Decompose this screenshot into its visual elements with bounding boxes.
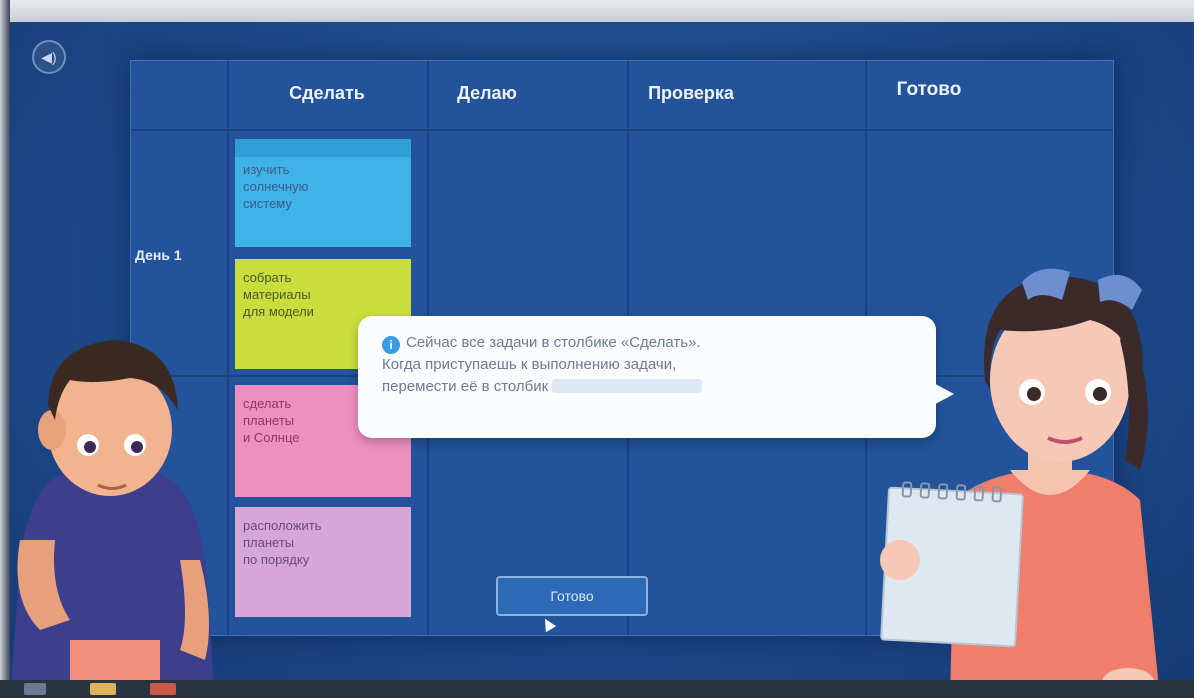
- speaker-icon[interactable]: ◀): [32, 40, 66, 74]
- dialog-line-1: i Сейчас все задачи в столбике «Сделать».: [382, 332, 912, 354]
- task-card-text: материалы: [243, 287, 311, 302]
- taskbar-item[interactable]: [24, 683, 46, 695]
- task-card-text: солнечную: [243, 179, 309, 194]
- column-divider: [227, 61, 229, 635]
- task-card-text: по порядку: [243, 552, 310, 567]
- header-divider: [131, 129, 1113, 131]
- task-card-text: систему: [243, 196, 292, 211]
- monitor-bezel-left: [0, 0, 10, 698]
- dialog-bubble: i Сейчас все задачи в столбике «Сделать».…: [358, 316, 936, 438]
- notepad-ring: [901, 481, 913, 498]
- teacher-hand: [880, 540, 920, 580]
- taskbar-item[interactable]: [90, 683, 116, 695]
- info-icon: i: [382, 336, 400, 354]
- notepad-ring: [919, 482, 931, 499]
- task-card-text: расположить: [243, 518, 322, 533]
- dialog-bubble-tail: [928, 380, 954, 408]
- dialog-text: перемести её в столбик: [382, 378, 549, 395]
- column-header-review: Проверка: [648, 83, 734, 103]
- notepad-ring: [955, 484, 967, 501]
- taskbar: [0, 680, 1194, 698]
- notepad-ring: [937, 483, 949, 500]
- row-label-day2: День 2: [135, 493, 182, 509]
- dialog-line-2: Когда приступаешь к выполнению задачи,: [382, 356, 677, 373]
- monitor-bezel-top: [0, 0, 1194, 22]
- drag-target-highlight: [552, 379, 703, 393]
- notepad-ring: [991, 485, 1003, 503]
- task-card-text: планеты: [243, 535, 295, 550]
- task-card-text: собрать: [243, 270, 292, 285]
- task-card-4[interactable]: расположить планеты по порядку: [235, 507, 411, 617]
- row-label-day1: День 1: [135, 247, 182, 263]
- dialog-text: Сейчас все задачи в столбике «Сделать».: [406, 334, 701, 351]
- column-header-done: Готово: [896, 79, 962, 100]
- column-header-doing: Делаю: [457, 83, 517, 103]
- task-card-text: изучить: [243, 162, 290, 177]
- task-card-1[interactable]: изучить солнечную систему: [235, 139, 411, 247]
- taskbar-item[interactable]: [150, 683, 176, 695]
- notepad-ring: [973, 485, 985, 502]
- dialog-line-3: перемести её в столбик: [382, 376, 912, 398]
- done-button[interactable]: Готово: [496, 576, 648, 616]
